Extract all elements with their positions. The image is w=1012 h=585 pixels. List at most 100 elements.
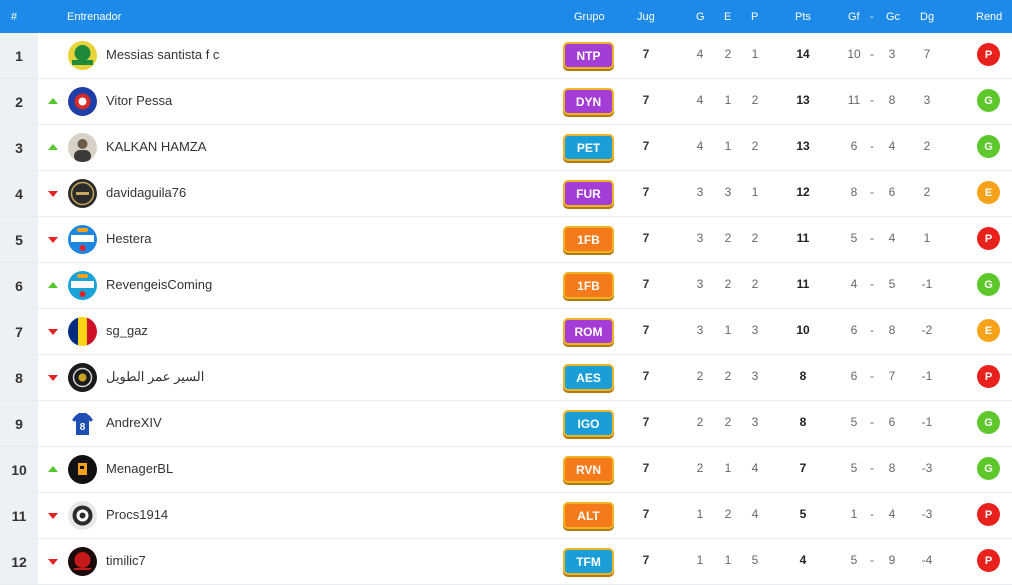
header-coach[interactable]: Entrenador bbox=[67, 11, 121, 23]
played-cell: 7 bbox=[642, 323, 650, 337]
table-row[interactable]: 9 8 AndreXIV IGO 7 2 2 3 8 5 - 6 -1 G bbox=[0, 401, 1012, 447]
group-badge[interactable]: 1FB bbox=[563, 226, 614, 253]
group-badge[interactable]: 1FB bbox=[563, 272, 614, 299]
avatar-person-photo[interactable] bbox=[68, 133, 97, 162]
avatar-red-dark-logo[interactable] bbox=[68, 547, 97, 576]
form-badge: P bbox=[977, 365, 1000, 388]
group-badge[interactable]: AES bbox=[563, 364, 614, 391]
played-cell: 7 bbox=[642, 507, 650, 521]
header-lost[interactable]: P bbox=[751, 11, 758, 23]
avatar-dark-crest[interactable] bbox=[68, 363, 97, 392]
trend-down-icon bbox=[48, 191, 58, 197]
table-row[interactable]: 6 RevengeisComing 1FB 7 3 2 2 11 4 - 5 -… bbox=[0, 263, 1012, 309]
avatar-staff-support-badge[interactable] bbox=[68, 271, 97, 300]
group-badge[interactable]: ALT bbox=[563, 502, 614, 529]
won-cell: 4 bbox=[696, 139, 704, 153]
header-won[interactable]: G bbox=[696, 11, 705, 23]
table-row[interactable]: 3 KALKAN HAMZA PET 7 4 1 2 13 6 - 4 2 G bbox=[0, 125, 1012, 171]
goals-for-cell: 5 bbox=[850, 461, 858, 475]
table-row[interactable]: 2 Vitor Pessa DYN 7 4 1 2 13 11 - 8 3 G bbox=[0, 79, 1012, 125]
coach-name[interactable]: Hestera bbox=[106, 231, 152, 246]
won-cell: 2 bbox=[696, 415, 704, 429]
header-gc[interactable]: Gc bbox=[886, 11, 900, 23]
goals-for-cell: 11 bbox=[847, 93, 861, 107]
avatar-community-manager-badge[interactable] bbox=[68, 225, 97, 254]
won-cell: 4 bbox=[696, 47, 704, 61]
played-cell: 7 bbox=[642, 185, 650, 199]
trend-down-icon bbox=[48, 329, 58, 335]
table-row[interactable]: 8 السير عمر الطويل AES 7 2 2 3 8 6 - 7 -… bbox=[0, 355, 1012, 401]
group-badge[interactable]: RVN bbox=[563, 456, 614, 483]
trend-down-icon bbox=[48, 559, 58, 565]
table-row[interactable]: 10 MenagerBL RVN 7 2 1 4 7 5 - 8 -3 G bbox=[0, 447, 1012, 493]
avatar-green-yellow-crest[interactable] bbox=[68, 41, 97, 70]
coach-name[interactable]: davidaguila76 bbox=[106, 185, 186, 200]
coach-name[interactable]: Procs1914 bbox=[106, 507, 168, 522]
group-badge[interactable]: NTP bbox=[563, 42, 614, 69]
coach-name[interactable]: KALKAN HAMZA bbox=[106, 139, 206, 154]
group-badge[interactable]: FUR bbox=[563, 180, 614, 207]
coach-name[interactable]: timilic7 bbox=[106, 553, 146, 568]
goal-difference-cell: 2 bbox=[923, 139, 931, 153]
drawn-cell: 1 bbox=[724, 323, 732, 337]
goals-for-cell: 6 bbox=[850, 323, 858, 337]
goal-difference-cell: -3 bbox=[921, 507, 933, 521]
coach-name[interactable]: Vitor Pessa bbox=[106, 93, 172, 108]
header-points[interactable]: Pts bbox=[795, 11, 811, 23]
goals-separator: - bbox=[870, 369, 874, 383]
header-drawn[interactable]: E bbox=[724, 11, 731, 23]
points-cell: 10 bbox=[796, 323, 810, 337]
table-row[interactable]: 7 sg_gaz ROM 7 3 1 3 10 6 - 8 -2 E bbox=[0, 309, 1012, 355]
coach-name[interactable]: السير عمر الطويل bbox=[106, 369, 204, 385]
points-cell: 13 bbox=[796, 93, 810, 107]
goals-for-cell: 10 bbox=[847, 47, 861, 61]
won-cell: 3 bbox=[696, 323, 704, 337]
rank-cell: 12 bbox=[0, 539, 38, 584]
goal-difference-cell: -3 bbox=[921, 461, 933, 475]
goals-separator: - bbox=[870, 323, 874, 337]
form-badge: G bbox=[977, 273, 1000, 296]
coach-name[interactable]: AndreXIV bbox=[106, 415, 162, 430]
drawn-cell: 2 bbox=[724, 507, 732, 521]
avatar-romania-flag[interactable] bbox=[68, 317, 97, 346]
coach-name[interactable]: MenagerBL bbox=[106, 461, 173, 476]
group-badge[interactable]: ROM bbox=[563, 318, 614, 345]
table-row[interactable]: 1 Messias santista f c NTP 7 4 2 1 14 10… bbox=[0, 33, 1012, 79]
table-row[interactable]: 5 Hestera 1FB 7 3 2 2 11 5 - 4 1 P bbox=[0, 217, 1012, 263]
coach-name[interactable]: sg_gaz bbox=[106, 323, 148, 338]
rank-cell: 2 bbox=[0, 79, 38, 124]
header-dg[interactable]: Dg bbox=[920, 11, 934, 23]
avatar-furia-logo[interactable] bbox=[68, 179, 97, 208]
points-cell: 11 bbox=[796, 231, 810, 245]
lost-cell: 1 bbox=[751, 47, 759, 61]
won-cell: 2 bbox=[696, 369, 704, 383]
avatar-revenge-logo[interactable] bbox=[68, 455, 97, 484]
table-row[interactable]: 12 timilic7 TFM 7 1 1 5 4 5 - 9 -4 P bbox=[0, 539, 1012, 585]
goals-separator: - bbox=[870, 231, 874, 245]
goals-against-cell: 3 bbox=[888, 47, 896, 61]
goal-difference-cell: 2 bbox=[923, 185, 931, 199]
group-badge[interactable]: PET bbox=[563, 134, 614, 161]
lost-cell: 1 bbox=[751, 185, 759, 199]
drawn-cell: 2 bbox=[724, 369, 732, 383]
coach-name[interactable]: RevengeisComing bbox=[106, 277, 212, 292]
header-played[interactable]: Jug bbox=[637, 11, 655, 23]
avatar-blue-red-crest[interactable] bbox=[68, 87, 97, 116]
table-row[interactable]: 4 davidaguila76 FUR 7 3 3 1 12 8 - 6 2 E bbox=[0, 171, 1012, 217]
lost-cell: 5 bbox=[751, 553, 759, 567]
group-badge[interactable]: DYN bbox=[563, 88, 614, 115]
group-badge[interactable]: IGO bbox=[563, 410, 614, 437]
table-row[interactable]: 11 Procs1914 ALT 7 1 2 4 5 1 - 4 -3 P bbox=[0, 493, 1012, 539]
coach-name[interactable]: Messias santista f c bbox=[106, 47, 219, 62]
drawn-cell: 1 bbox=[724, 93, 732, 107]
goals-separator: - bbox=[870, 139, 874, 153]
header-gf[interactable]: Gf bbox=[848, 11, 860, 23]
avatar-jersey-8[interactable]: 8 bbox=[68, 409, 97, 438]
won-cell: 3 bbox=[696, 185, 704, 199]
avatar-bw-emblem[interactable] bbox=[68, 501, 97, 530]
rank-cell: 8 bbox=[0, 355, 38, 400]
header-form[interactable]: Rend bbox=[976, 11, 1002, 23]
points-cell: 11 bbox=[796, 277, 810, 291]
header-group[interactable]: Grupo bbox=[574, 11, 605, 23]
table-header: # Entrenador Grupo Jug G E P Pts Gf - Gc… bbox=[0, 0, 1012, 33]
